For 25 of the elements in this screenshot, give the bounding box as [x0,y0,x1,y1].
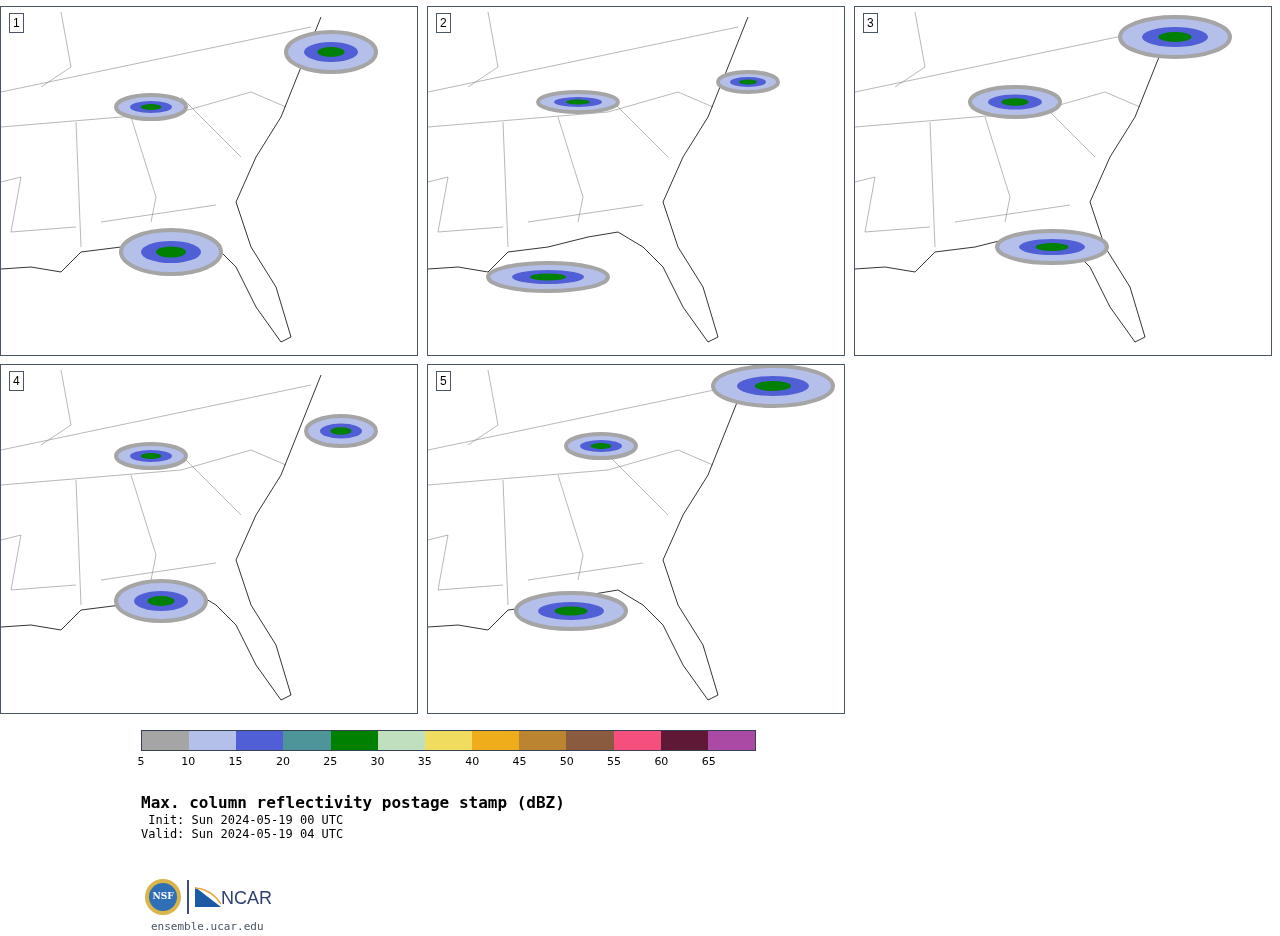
panel-number: 2 [436,13,451,33]
arc-icon [195,887,221,907]
tick-label: 60 [654,756,669,768]
init-time: Init: Sun 2024-05-19 00 UTC [147,813,345,827]
tick-label: 30 [370,756,385,768]
panel-number: 4 [9,371,24,391]
tick-label: 65 [701,756,716,768]
tick-label: 45 [512,756,527,768]
site-url: ensemble.ucar.edu [151,919,265,935]
tick-label: 35 [417,756,432,768]
panel-number: 5 [436,371,451,391]
tick-label: 25 [323,756,338,768]
seal-logo: NSF [145,879,181,915]
chart-title: Max. column reflectivity postage stamp (dBZ) [141,793,566,813]
tick-label: 20 [275,756,290,768]
panel-number: 1 [9,13,24,33]
tick-label: 15 [228,756,243,768]
tick-label: 10 [181,756,196,768]
tick-label: 40 [465,756,480,768]
tick-label: 50 [559,756,574,768]
ncar-logo: NCAR [195,887,272,907]
panel-number: 3 [863,13,878,33]
tick-label: 55 [607,756,622,768]
valid-time: Valid: Sun 2024-05-19 04 UTC [141,827,345,841]
tick-label: 5 [137,756,145,768]
